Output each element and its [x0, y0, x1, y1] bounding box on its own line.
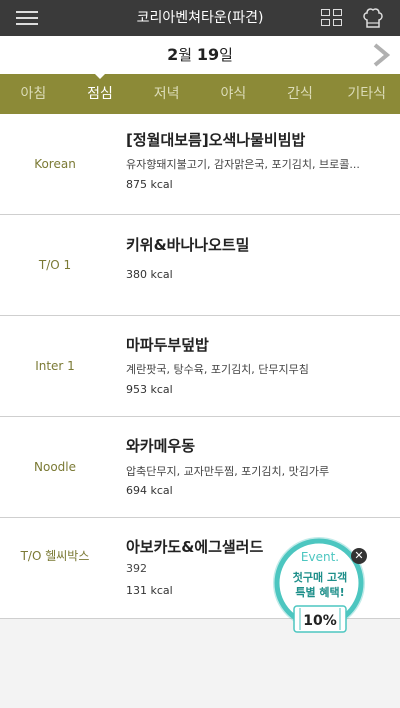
date-day-unit: 일 — [219, 46, 233, 64]
meal-row[interactable]: T/O 1 키위&바나나오트밀 380 kcal — [0, 215, 400, 316]
event-label: Event. — [301, 550, 339, 564]
meal-kcal: 694 kcal — [126, 484, 173, 497]
meal-kcal: 380 kcal — [126, 268, 173, 281]
meal-sides: 압축단무지, 교자만두찜, 포기김치, 맛김가루 — [126, 465, 330, 478]
meal-name: 와카메우동 — [126, 437, 196, 455]
corner-label: T/O 헬씨박스 — [20, 548, 90, 563]
grid-icon[interactable] — [321, 9, 343, 27]
meal-kcal: 875 kcal — [126, 178, 173, 191]
app-header: 코리아벤쳐타운(파견) — [0, 0, 400, 36]
tab-other[interactable]: 기타식 — [333, 74, 400, 114]
tab-snack[interactable]: 간식 — [267, 74, 334, 114]
meal-row[interactable]: Noodle 와카메우동 압축단무지, 교자만두찜, 포기김치, 맛김가루 69… — [0, 417, 400, 518]
meal-kcal: 953 kcal — [126, 383, 173, 396]
tab-breakfast[interactable]: 아침 — [0, 74, 67, 114]
meal-name: 마파두부덮밥 — [126, 336, 209, 354]
corner-label: Inter 1 — [35, 359, 75, 373]
meal-row[interactable]: Inter 1 마파두부덮밥 계란팟국, 탕수육, 포기김치, 단무지무침 95… — [0, 316, 400, 417]
close-icon[interactable]: ✕ — [351, 548, 367, 564]
event-badge[interactable]: Event. 첫구매 고객 특별 혜택! 10% ✕ — [270, 534, 370, 634]
chevron-right-icon[interactable] — [370, 42, 392, 68]
tab-late-night[interactable]: 야식 — [200, 74, 267, 114]
corner-label: Korean — [34, 157, 76, 171]
meal-sides: 계란팟국, 탕수육, 포기김치, 단무지무침 — [126, 363, 309, 376]
date-bar: 2월 19일 — [0, 36, 400, 74]
event-discount: 10% — [303, 613, 337, 629]
meal-name: 아보카도&에그샐러드 — [126, 538, 264, 556]
tab-dinner[interactable]: 저녁 — [133, 74, 200, 114]
event-line1: 첫구매 고객 — [293, 570, 347, 584]
meal-row[interactable]: Korean [정월대보름]오색나물비빔밥 유자향돼지불고기, 감자맑은국, 포… — [0, 114, 400, 215]
corner-label: T/O 1 — [38, 258, 72, 272]
event-line2: 특별 혜택! — [295, 585, 344, 599]
meal-kcal: 131 kcal — [126, 584, 173, 597]
date-month: 2 — [167, 45, 179, 64]
meal-sides: 유자향돼지불고기, 감자맑은국, 포기김치, 브로콜... — [126, 158, 360, 171]
chef-hat-icon[interactable] — [362, 6, 384, 30]
corner-label: Noodle — [34, 460, 76, 474]
meal-name: 키위&바나나오트밀 — [126, 236, 250, 254]
meal-tabs: 아침 점심 저녁 야식 간식 기타식 — [0, 73, 400, 114]
date-month-unit: 월 — [178, 46, 193, 64]
date-day: 19 — [196, 45, 220, 64]
meal-name: [정월대보름]오색나물비빔밥 — [126, 131, 306, 149]
current-date: 2월 19일 — [0, 36, 400, 74]
tab-lunch[interactable]: 점심 — [67, 73, 134, 114]
